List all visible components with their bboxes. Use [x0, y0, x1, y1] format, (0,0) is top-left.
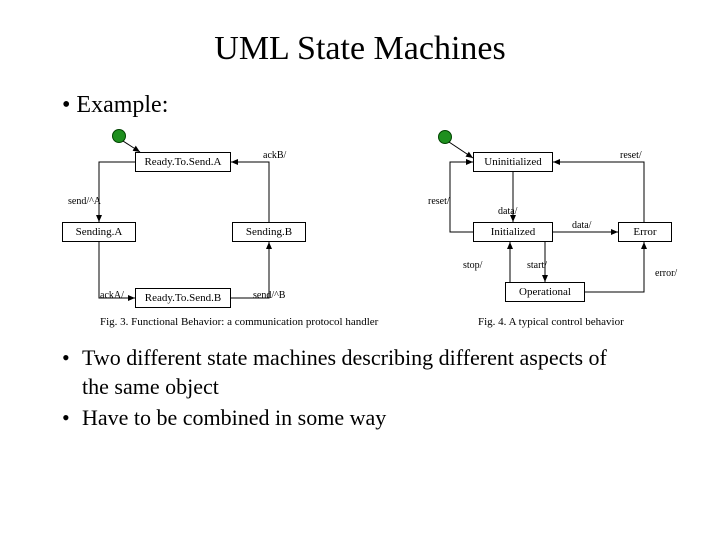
- label-error: error/: [655, 268, 677, 279]
- state-sending-b: Sending.B: [232, 222, 306, 242]
- label-ackb: ackB/: [263, 150, 286, 161]
- state-initialized: Initialized: [473, 222, 553, 242]
- bullet-example: Example:: [62, 92, 168, 119]
- caption-right: Fig. 4. A typical control behavior: [478, 316, 624, 328]
- state-error: Error: [618, 222, 672, 242]
- label-data-down: data/: [498, 206, 517, 217]
- state-operational: Operational: [505, 282, 585, 302]
- label-send-a: send/^A: [68, 196, 101, 207]
- arrows-layer: [0, 0, 720, 540]
- body-bullet-1: • Two different state machines describin…: [82, 344, 607, 401]
- state-ready-to-send-b: Ready.To.Send.B: [135, 288, 231, 308]
- label-start: start/: [527, 260, 547, 271]
- initial-pseudostate-right: [438, 130, 452, 144]
- label-reset-top: reset/: [620, 150, 642, 161]
- label-send-b: send/^B: [253, 290, 285, 301]
- state-uninitialized: Uninitialized: [473, 152, 553, 172]
- label-data-right: data/: [572, 220, 591, 231]
- initial-pseudostate-left: [112, 129, 126, 143]
- label-stop: stop/: [463, 260, 482, 271]
- body-bullet-1-line1: Two different state machines describing …: [82, 345, 607, 370]
- label-acka: ackA/: [100, 290, 124, 301]
- body-bullet-1-line2: the same object: [82, 374, 219, 399]
- body-bullet-2: • Have to be combined in some way: [82, 404, 386, 433]
- body-bullet-2-text: Have to be combined in some way: [82, 405, 386, 430]
- page-title: UML State Machines: [0, 30, 720, 68]
- caption-left: Fig. 3. Functional Behavior: a communica…: [100, 316, 378, 328]
- state-ready-to-send-a: Ready.To.Send.A: [135, 152, 231, 172]
- label-reset-left: reset/: [428, 196, 450, 207]
- state-sending-a: Sending.A: [62, 222, 136, 242]
